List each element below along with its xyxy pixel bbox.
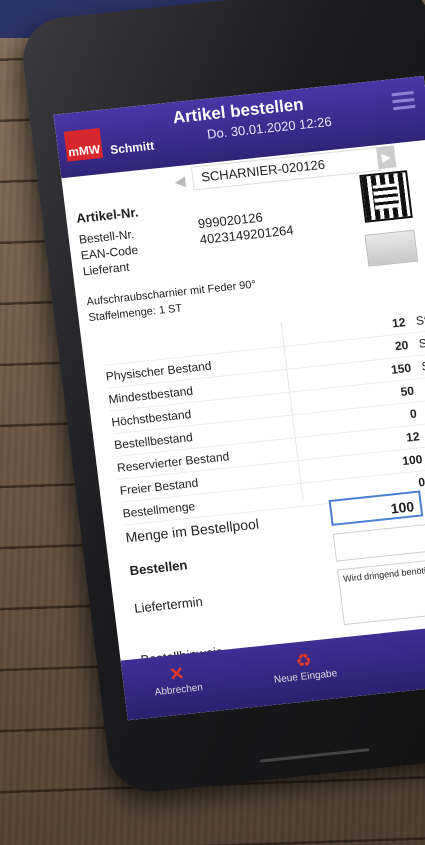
new-entry-button[interactable]: ♻ Neue Eingabe (271, 646, 337, 686)
hamburger-menu-icon[interactable] (391, 87, 416, 114)
stock-row-value: 0 (409, 406, 418, 422)
next-article-icon[interactable]: ▶ (375, 145, 397, 170)
stock-row-label: Bestellmenge (121, 499, 196, 521)
stock-row-value: 100 (401, 452, 424, 469)
stock-row-value: 0 (417, 474, 425, 490)
stock-row-value: 20 (394, 337, 410, 354)
stock-row-unit: St (418, 335, 425, 351)
stock-row-label: Freier Bestand (119, 475, 200, 498)
cancel-button[interactable]: ✕ Abbrechen (151, 660, 203, 698)
stock-row-value: 50 (399, 383, 415, 399)
label-artikel-nr: Artikel-Nr. (75, 204, 140, 226)
bestellen-field[interactable] (332, 520, 425, 562)
bestellhinweis-textarea[interactable]: Wird dringend benötigt (337, 555, 425, 626)
stock-row-value: 12 (405, 429, 421, 445)
stock-row-label: Bestellbestand (113, 430, 194, 453)
stock-row-value: 12 (391, 315, 407, 331)
stock-row-unit: St (420, 358, 425, 374)
label-bestellen: Bestellen (128, 557, 189, 579)
stock-table: 12 St Physischer Bestand 20 St Mindestbe… (101, 307, 425, 526)
user-name: Schmitt (109, 138, 155, 157)
previous-article-icon[interactable]: ◀ (174, 172, 187, 190)
label-liefertermin: Liefertermin (133, 593, 204, 616)
article-image[interactable] (364, 229, 419, 267)
stock-row-value: 150 (390, 360, 412, 377)
qr-code (359, 170, 413, 223)
brand-logo: mMW (63, 128, 104, 162)
label-lieferant: Lieferant (82, 259, 131, 279)
stock-row-label: Höchstbestand (110, 407, 192, 430)
stock-row-unit: St (415, 312, 425, 328)
